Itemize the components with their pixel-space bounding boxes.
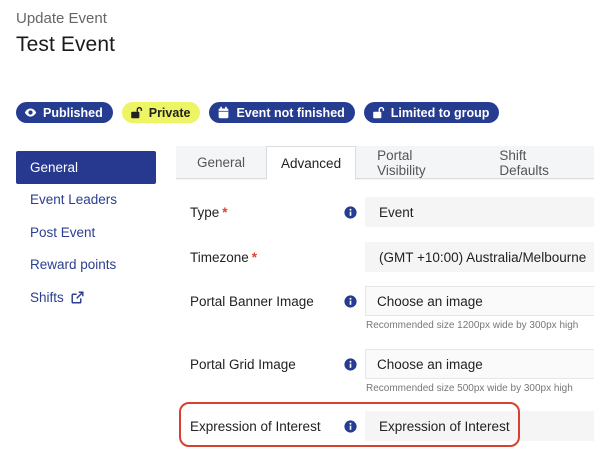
content-area: General Advanced Portal Visibility Shift… [176,146,594,453]
sidebar-item-shifts[interactable]: Shifts [16,281,156,314]
tab-advanced[interactable]: Advanced [266,146,357,180]
badge-label: Event not finished [236,105,345,120]
private-badge: Private [121,102,201,123]
portal-banner-label: Portal Banner Image [190,294,314,309]
required-marker: * [251,250,258,265]
info-icon[interactable] [344,206,357,219]
eye-icon [24,108,37,117]
sidebar-item-general[interactable]: General [16,151,156,184]
published-badge: Published [16,102,113,123]
portal-banner-help: Recommended size 1200px wide by 300px hi… [366,320,579,331]
expression-of-interest-select[interactable]: Expression of Interest [365,411,594,441]
timezone-label: Timezone * [190,250,257,265]
badge-label: Private [148,105,191,120]
portal-grid-help: Recommended size 500px wide by 300px hig… [366,383,573,394]
type-select[interactable]: Event [365,197,594,227]
advanced-panel: Type * Event Timezone * (GMT +10:00) Austr… [176,180,594,453]
event-not-finished-badge: Event not finished [209,102,355,123]
page-subtitle: Update Event [16,10,107,27]
status-badges: Published Private Event not finished Lim… [16,102,500,123]
sidebar-item-label: Shifts [30,289,64,305]
tab-general[interactable]: General [176,146,266,179]
type-label: Type * [190,205,228,220]
sidebar-item-post-event[interactable]: Post Event [16,216,156,249]
sidebar-item-reward-points[interactable]: Reward points [16,249,156,282]
tab-bar: General Advanced Portal Visibility Shift… [176,146,594,180]
unlock-icon [373,106,384,119]
timezone-label-text: Timezone [190,250,249,265]
type-label-text: Type [190,205,220,220]
limited-to-group-badge: Limited to group [363,102,500,123]
timezone-select[interactable]: (GMT +10:00) Australia/Melbourne [365,242,594,272]
info-icon[interactable] [344,295,357,308]
tab-portal-visibility[interactable]: Portal Visibility [356,146,478,179]
sidebar-item-event-leaders[interactable]: Event Leaders [16,184,156,217]
external-link-icon [71,291,84,304]
info-icon[interactable] [344,420,357,433]
calendar-icon [219,106,229,119]
portal-grid-image-picker[interactable]: Choose an image [365,349,594,379]
expression-label: Expression of Interest [190,419,321,434]
page-title: Test Event [16,33,116,56]
page-header: Update Event Test Event [16,10,115,57]
unlock-icon [130,106,142,119]
portal-grid-label: Portal Grid Image [190,357,296,372]
badge-label: Published [43,105,103,120]
sidebar-nav: General Event Leaders Post Event Reward … [16,151,156,314]
portal-banner-image-picker[interactable]: Choose an image [365,286,594,316]
required-marker: * [222,205,228,220]
info-icon[interactable] [344,358,357,371]
badge-label: Limited to group [390,105,490,120]
tab-shift-defaults[interactable]: Shift Defaults [478,146,594,179]
